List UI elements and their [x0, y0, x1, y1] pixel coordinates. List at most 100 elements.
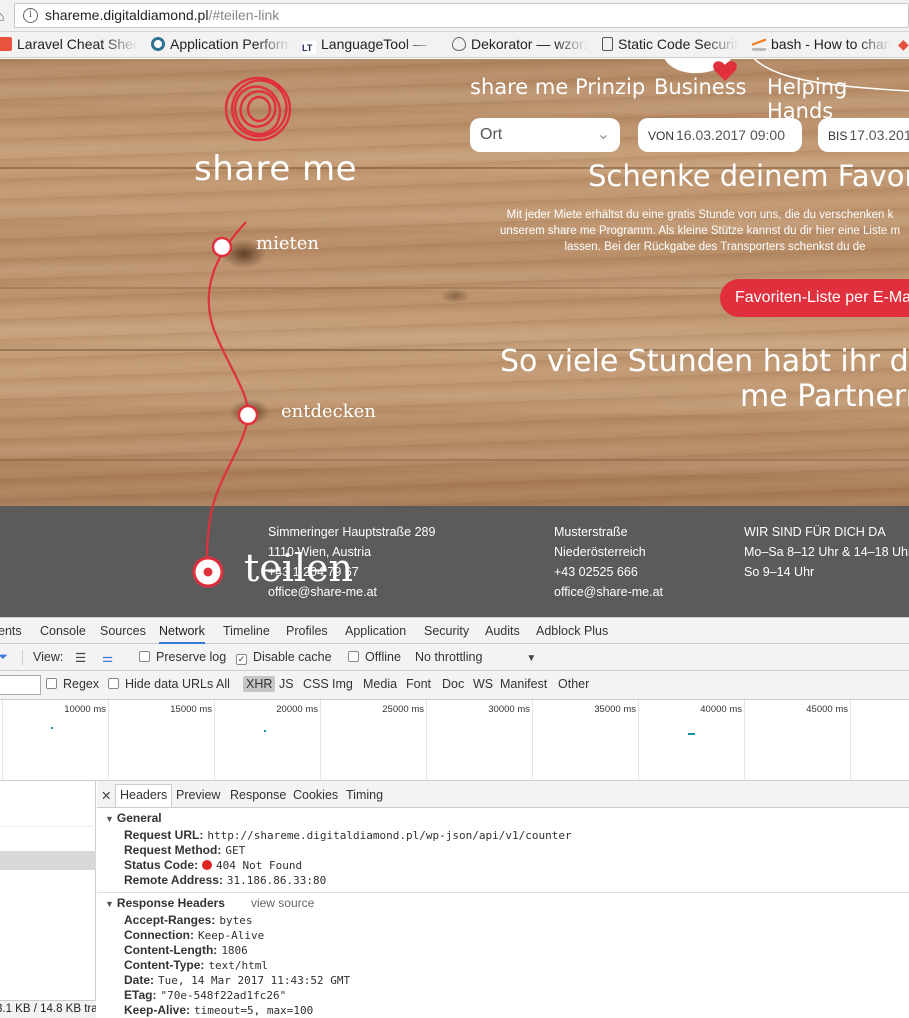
hide-data-urls-checkbox[interactable]: Hide data URLs [108, 677, 213, 691]
nav-share-me-prinzip[interactable]: share me Prinzip [470, 75, 645, 99]
footer-email[interactable]: office@share-me.at [554, 582, 663, 602]
checkbox-icon [46, 678, 57, 689]
tab-headers[interactable]: Headers [115, 784, 173, 807]
view-source-link[interactable]: view source [251, 896, 314, 910]
request-row-selected[interactable] [0, 851, 96, 870]
url-field[interactable]: i shareme.digitaldiamond.pl/#teilen-link [14, 3, 909, 28]
close-icon[interactable]: ✕ [101, 788, 111, 803]
devtools-tabbar: ents Console Sources Network Timeline Pr… [0, 617, 909, 644]
tab-sources[interactable]: Sources [100, 624, 146, 638]
timeline-request-mark [264, 730, 266, 732]
tab-timeline[interactable]: Timeline [223, 624, 270, 638]
filter-xhr[interactable]: XHR [243, 676, 276, 692]
bookmark-laravel[interactable]: Laravel Cheat Sheet [0, 36, 138, 52]
timeline-request-mark [51, 727, 53, 729]
disable-cache-checkbox[interactable]: ✓ Disable cache [236, 650, 332, 665]
filter-manifest[interactable]: Manifest [500, 677, 547, 691]
filter-icon[interactable]: ⏷ [0, 650, 8, 665]
favorites-email-button[interactable]: Favoriten-Liste per E-Ma [720, 279, 909, 317]
tab-preview[interactable]: Preview [176, 788, 220, 802]
tab-audits[interactable]: Audits [485, 624, 520, 638]
request-row[interactable] [0, 808, 96, 827]
filter-all[interactable]: All [216, 677, 230, 691]
bookmark-label: Dekorator — wzorzec [471, 36, 588, 52]
filter-img[interactable]: Img [332, 677, 353, 691]
date-to-field[interactable]: BIS17.03.2017 [818, 118, 909, 152]
step-entdecken-link[interactable]: entdecken [281, 401, 376, 422]
location-select[interactable]: Ort ⌄ [470, 118, 620, 152]
tab-cookies[interactable]: Cookies [293, 788, 338, 802]
filter-font[interactable]: Font [406, 677, 431, 691]
bookmark-app-performance[interactable]: Application Performance [151, 36, 291, 52]
wood-knot [440, 289, 470, 303]
header-value: 404 Not Found [216, 859, 303, 872]
tab-profiles[interactable]: Profiles [286, 624, 328, 638]
header-row: Date: Tue, 14 Mar 2017 11:43:52 GMT [124, 973, 350, 987]
tab-timing[interactable]: Timing [346, 788, 383, 802]
date-from-value: 16.03.2017 09:00 [676, 127, 786, 143]
filter-css[interactable]: CSS [303, 677, 329, 691]
filter-input[interactable] [0, 675, 41, 695]
tab-response[interactable]: Response [230, 788, 286, 802]
header-key: Content-Length: [124, 943, 218, 957]
footer-phone[interactable]: +43 02525 666 [554, 562, 663, 582]
logo-text[interactable]: share me [194, 149, 357, 189]
footer-region: Niederösterreich [554, 545, 646, 559]
intro-line: unserem share me Programm. Als kleine St… [499, 225, 901, 237]
timeline-label: 15000 ms [170, 704, 212, 715]
step-teilen-link[interactable]: teilen [244, 546, 353, 590]
bookmark-static-code[interactable]: Static Code Security [602, 36, 738, 52]
regex-label: Regex [63, 677, 100, 691]
tab-security[interactable]: Security [424, 624, 469, 638]
bookmark-bash[interactable]: bash - How to change [752, 36, 892, 52]
timeline-label: 30000 ms [488, 704, 530, 715]
filter-other[interactable]: Other [558, 677, 589, 691]
transfer-status: 3.1 KB / 14.8 KB transferred [0, 1000, 96, 1018]
footer-hours-title: WIR SIND FÜR DICH DA [744, 525, 886, 539]
step-mieten-link[interactable]: mieten [256, 233, 319, 254]
waterfall-view-icon[interactable]: ⚌ [102, 650, 113, 665]
tab-elements[interactable]: ents [0, 624, 22, 638]
url-text[interactable]: shareme.digitaldiamond.pl/#teilen-link [45, 7, 279, 23]
offline-checkbox[interactable]: Offline [348, 650, 401, 664]
checkbox-icon [108, 678, 119, 689]
regex-checkbox[interactable]: Regex [46, 677, 99, 691]
filter-media[interactable]: Media [363, 677, 397, 691]
stackoverflow-icon [752, 37, 766, 51]
intro-line: lassen. Bei der Rückgabe des Transporter… [564, 241, 866, 253]
disable-cache-label: Disable cache [253, 650, 332, 664]
header-value: Tue, 14 Mar 2017 11:43:52 GMT [158, 974, 351, 987]
info-icon[interactable]: i [23, 8, 38, 23]
bookmark-dekorator[interactable]: Dekorator — wzorzec [452, 36, 588, 52]
header-key: Status Code: [124, 858, 199, 872]
timeline-label: 25000 ms [382, 704, 424, 715]
timeline-gridline [2, 700, 3, 781]
tab-console[interactable]: Console [40, 624, 86, 638]
bookmark-overflow-icon[interactable]: ◆ [898, 36, 909, 53]
wood-plank-line [0, 459, 909, 461]
tab-network[interactable]: Network [159, 624, 205, 644]
transfer-status-text: 3.1 KB / 14.8 KB transferred [0, 1003, 96, 1015]
list-view-icon[interactable]: ☰ [75, 650, 86, 665]
hide-data-urls-label: Hide data URLs [125, 677, 214, 691]
network-overview[interactable]: 10000 ms 15000 ms 20000 ms 25000 ms 3000… [0, 700, 909, 781]
date-from-field[interactable]: VON 16.03.2017 09:00 [638, 118, 802, 152]
general-section-header[interactable]: ▼ General [105, 811, 162, 825]
timeline-gridline [214, 700, 215, 781]
header-value: "70e-548f22ad1fc26" [160, 989, 287, 1002]
throttling-select[interactable]: No throttling ▼ [415, 650, 536, 664]
preserve-log-checkbox[interactable]: Preserve log [139, 650, 226, 664]
status-error-icon [202, 860, 213, 870]
bookmark-languagetool[interactable]: LT LanguageTool — [302, 36, 438, 55]
filter-doc[interactable]: Doc [442, 677, 464, 691]
header-value: timeout=5, max=100 [194, 1004, 314, 1017]
filter-js[interactable]: JS [279, 677, 294, 691]
toolbar-divider [22, 650, 23, 665]
home-icon[interactable]: ⌂ [0, 8, 4, 24]
timeline-label: 10000 ms [64, 704, 106, 715]
response-headers-section-header[interactable]: ▼ Response Headers view source [105, 896, 314, 910]
filter-ws[interactable]: WS [473, 677, 493, 691]
tab-adblock-plus[interactable]: Adblock Plus [536, 624, 608, 638]
tab-application[interactable]: Application [345, 624, 406, 638]
share-me-logo-icon[interactable] [222, 73, 294, 145]
